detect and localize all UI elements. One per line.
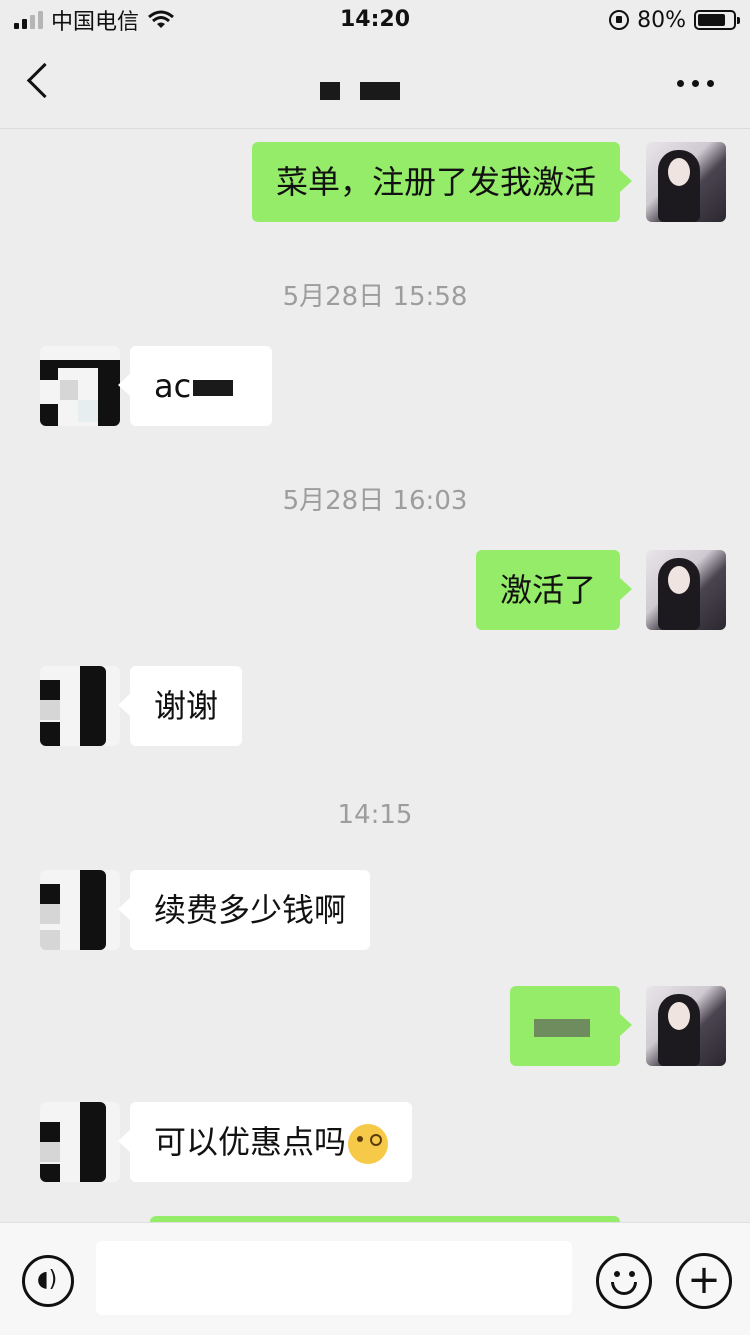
input-bar: ◖) +: [0, 1222, 750, 1335]
contact-avatar[interactable]: [40, 1102, 120, 1182]
redacted-title-block: [320, 82, 340, 100]
more-dots-icon[interactable]: [677, 80, 714, 87]
status-bar: 中国电信 14:20 80%: [0, 0, 750, 40]
battery-percent: 80%: [637, 7, 686, 33]
plus-icon[interactable]: +: [676, 1253, 732, 1309]
timestamp-label: 5月28日 15:58: [282, 282, 468, 312]
my-avatar[interactable]: [646, 550, 726, 630]
message-input[interactable]: [96, 1241, 572, 1315]
voice-icon[interactable]: ◖): [22, 1255, 74, 1307]
my-avatar[interactable]: [646, 986, 726, 1066]
message-text: 谢谢: [154, 687, 219, 725]
timestamp-label: 5月28日 16:03: [282, 486, 468, 516]
redacted-title-block: [360, 82, 400, 100]
my-avatar[interactable]: [646, 142, 726, 222]
message-bubble-outgoing[interactable]: 菜单，注册了发我激活: [251, 142, 633, 222]
message-bubble-outgoing[interactable]: [510, 986, 632, 1066]
rotation-lock-icon: [609, 10, 630, 30]
timestamp-label: 14:15: [337, 800, 413, 830]
wink-emoji-icon: [348, 1124, 389, 1164]
contact-avatar[interactable]: [40, 870, 120, 950]
message-bubble-incoming[interactable]: ac: [118, 346, 272, 426]
message-text: 菜单，注册了发我激活: [275, 163, 596, 201]
message-text: 续费多少钱啊: [154, 891, 347, 929]
redacted-text-block: [193, 380, 234, 396]
message-bubble-outgoing[interactable]: 激活了: [475, 550, 633, 630]
battery-icon: [694, 10, 740, 30]
message-bubble-incoming[interactable]: 可以优惠点吗: [117, 1102, 413, 1182]
redacted-text-block: [534, 1019, 590, 1037]
contact-avatar[interactable]: [40, 346, 120, 426]
contact-avatar[interactable]: [40, 666, 120, 746]
message-text: 可以优惠点吗: [154, 1123, 347, 1161]
message-text: 激活了: [499, 571, 596, 609]
message-bubble-incoming[interactable]: 谢谢: [117, 666, 243, 746]
chevron-left-icon[interactable]: [26, 62, 63, 99]
chat-header: [0, 40, 750, 129]
message-bubble-incoming[interactable]: 续费多少钱啊: [117, 870, 371, 950]
smiley-icon[interactable]: [596, 1253, 652, 1309]
message-text: ac: [154, 367, 192, 405]
